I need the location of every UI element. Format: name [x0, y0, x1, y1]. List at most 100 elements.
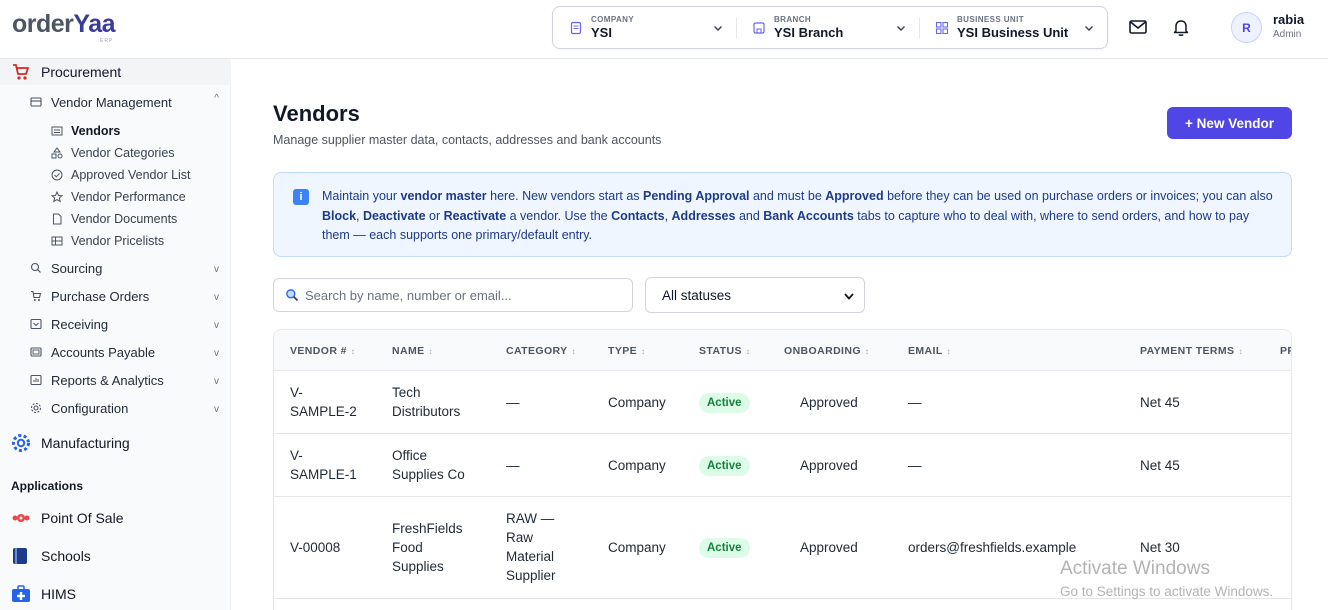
sidebar-item-point-of-sale[interactable]: Point Of Sale	[0, 506, 231, 530]
chevron-down-icon: v	[214, 348, 219, 359]
onboarding-status: Approved	[800, 540, 858, 555]
gear-icon	[30, 402, 42, 414]
status-filter-value: All statuses	[662, 287, 732, 303]
file-icon	[53, 213, 62, 225]
user-role: Admin	[1273, 29, 1302, 40]
sidebar-item-vendor-categories[interactable]: Vendor Categories	[0, 143, 231, 163]
bell-icon[interactable]	[1171, 17, 1191, 37]
vendor-category: —	[506, 395, 520, 410]
sidebar-item-hims[interactable]: HIMS	[0, 582, 231, 606]
column-header-type[interactable]: TYPE ↕	[608, 345, 645, 357]
sidebar-item-vendor-documents[interactable]: Vendor Documents	[0, 209, 231, 229]
avatar[interactable]: R	[1231, 12, 1262, 43]
sidebar-item-purchase-orders[interactable]: Purchase Orders v	[0, 285, 231, 307]
business-unit-selector[interactable]: BUSINESS UNIT YSI Business Unit	[919, 7, 1107, 48]
sidebar-item-manufacturing[interactable]: Manufacturing	[0, 431, 231, 455]
sidebar-item-label: Reports & Analytics	[51, 372, 164, 388]
sidebar-item-sourcing[interactable]: Sourcing v	[0, 257, 231, 279]
main-content: Vendors Manage supplier master data, con…	[231, 59, 1328, 610]
chart-icon	[30, 374, 42, 386]
wallet-icon	[30, 347, 42, 357]
vendor-number[interactable]: V- SAMPLE-2	[290, 383, 357, 421]
column-header-category[interactable]: CATEGORY ↕	[506, 345, 576, 357]
vendor-email: —	[908, 395, 922, 410]
sidebar-item-label: Vendor Categories	[71, 146, 175, 160]
sort-icon: ↕	[1238, 347, 1243, 356]
status-badge: Active	[699, 393, 750, 413]
sidebar-item-label: Vendor Documents	[71, 212, 178, 226]
sidebar-item-configuration[interactable]: Configuration v	[0, 397, 231, 419]
medical-kit-icon	[12, 585, 30, 602]
sidebar-item-label: Accounts Payable	[51, 344, 156, 360]
sort-icon: ↕	[428, 347, 433, 356]
orderyaa-logo[interactable]: orderYaa ERP	[12, 10, 116, 44]
status-filter-select[interactable]: All statuses	[645, 277, 865, 313]
new-vendor-button[interactable]: + New Vendor	[1167, 107, 1292, 139]
chevron-down-icon	[714, 26, 722, 31]
sidebar-item-schools[interactable]: Schools	[0, 544, 231, 568]
company-selector[interactable]: COMPANY YSI	[553, 7, 736, 48]
building-icon	[752, 21, 766, 35]
grid-icon	[935, 21, 949, 35]
sidebar-item-reports-analytics[interactable]: Reports & Analytics v	[0, 369, 231, 391]
search-icon	[30, 262, 41, 273]
vendor-email: orders@freshfields.example	[908, 540, 1077, 555]
document-icon	[569, 21, 583, 35]
mail-icon[interactable]	[1128, 17, 1148, 37]
vendor-number[interactable]: V-00008	[290, 538, 340, 557]
sidebar-item-label: Manufacturing	[41, 435, 130, 451]
branch-label: BRANCH	[774, 15, 812, 24]
sort-icon: ↕	[350, 347, 356, 356]
column-header-vendor-number[interactable]: VENDOR # ↕	[290, 345, 355, 357]
vendor-type: Company	[608, 540, 666, 555]
sidebar-item-vendors[interactable]: Vendors	[0, 121, 231, 141]
onboarding-status: Approved	[800, 458, 858, 473]
column-header-onboarding[interactable]: ONBOARDING ↕	[784, 345, 869, 357]
chevron-down-icon	[844, 293, 854, 300]
sort-icon: ↕	[946, 347, 952, 356]
info-text: Maintain your vendor master here. New ve…	[322, 189, 1273, 242]
column-header-pr[interactable]: PR	[1280, 345, 1291, 357]
sidebar-item-vendor-management[interactable]: Vendor Management ^	[0, 91, 231, 113]
sidebar-item-approved-vendor-list[interactable]: Approved Vendor List	[0, 165, 231, 185]
chevron-down-icon: v	[214, 404, 219, 415]
book-icon	[13, 548, 27, 564]
branch-selector[interactable]: BRANCH YSI Branch	[736, 7, 919, 48]
sidebar-item-accounts-payable[interactable]: Accounts Payable v	[0, 341, 231, 363]
column-header-name[interactable]: NAME ↕	[392, 345, 433, 357]
sidebar-item-vendor-performance[interactable]: Vendor Performance	[0, 187, 231, 207]
search-box[interactable]	[273, 278, 633, 312]
chevron-down-icon: v	[214, 264, 219, 275]
status-badge: Active	[699, 538, 750, 558]
vendor-number[interactable]: V- SAMPLE-1	[290, 446, 357, 484]
vendor-name[interactable]: FreshFields Food Supplies	[392, 519, 463, 576]
column-header-status[interactable]: STATUS ↕	[699, 345, 750, 357]
column-header-email[interactable]: EMAIL ↕	[908, 345, 951, 357]
info-banner: i Maintain your vendor master here. New …	[273, 172, 1292, 257]
vendor-name[interactable]: Tech Distributors	[392, 383, 460, 421]
column-header-payment-terms[interactable]: PAYMENT TERMS ↕	[1140, 345, 1243, 357]
table-row[interactable]: V- SAMPLE-1 Office Supplies Co — Company…	[274, 434, 1291, 497]
sidebar-item-label: Approved Vendor List	[71, 168, 191, 182]
sidebar-item-receiving[interactable]: Receiving v	[0, 313, 231, 335]
sidebar-item-label: Schools	[41, 548, 91, 564]
logo-sub: ERP	[100, 38, 114, 44]
search-input[interactable]	[305, 287, 625, 303]
sort-icon: ↕	[745, 347, 751, 356]
vendor-email: —	[908, 458, 922, 473]
context-selector: COMPANY YSI BRANCH YSI Branch BUSINESS U…	[552, 6, 1108, 49]
sidebar-item-vendor-pricelists[interactable]: Vendor Pricelists	[0, 231, 231, 251]
vendor-type: Company	[608, 395, 666, 410]
user-name[interactable]: rabia	[1273, 12, 1304, 27]
sidebar-item-label: Receiving	[51, 316, 109, 332]
chevron-down-icon: v	[214, 376, 219, 387]
sidebar-item-procurement[interactable]: Procurement	[0, 59, 231, 85]
vendor-name[interactable]: Office Supplies Co	[392, 446, 465, 484]
search-icon	[286, 289, 299, 302]
table-row[interactable]: V- SAMPLE-2 Tech Distributors — Company …	[274, 371, 1291, 434]
sidebar-item-label: Vendor Performance	[71, 190, 186, 204]
vendor-category: —	[506, 458, 520, 473]
chevron-down-icon	[897, 26, 905, 31]
inbox-icon	[30, 318, 42, 330]
check-circle-icon	[51, 169, 63, 181]
